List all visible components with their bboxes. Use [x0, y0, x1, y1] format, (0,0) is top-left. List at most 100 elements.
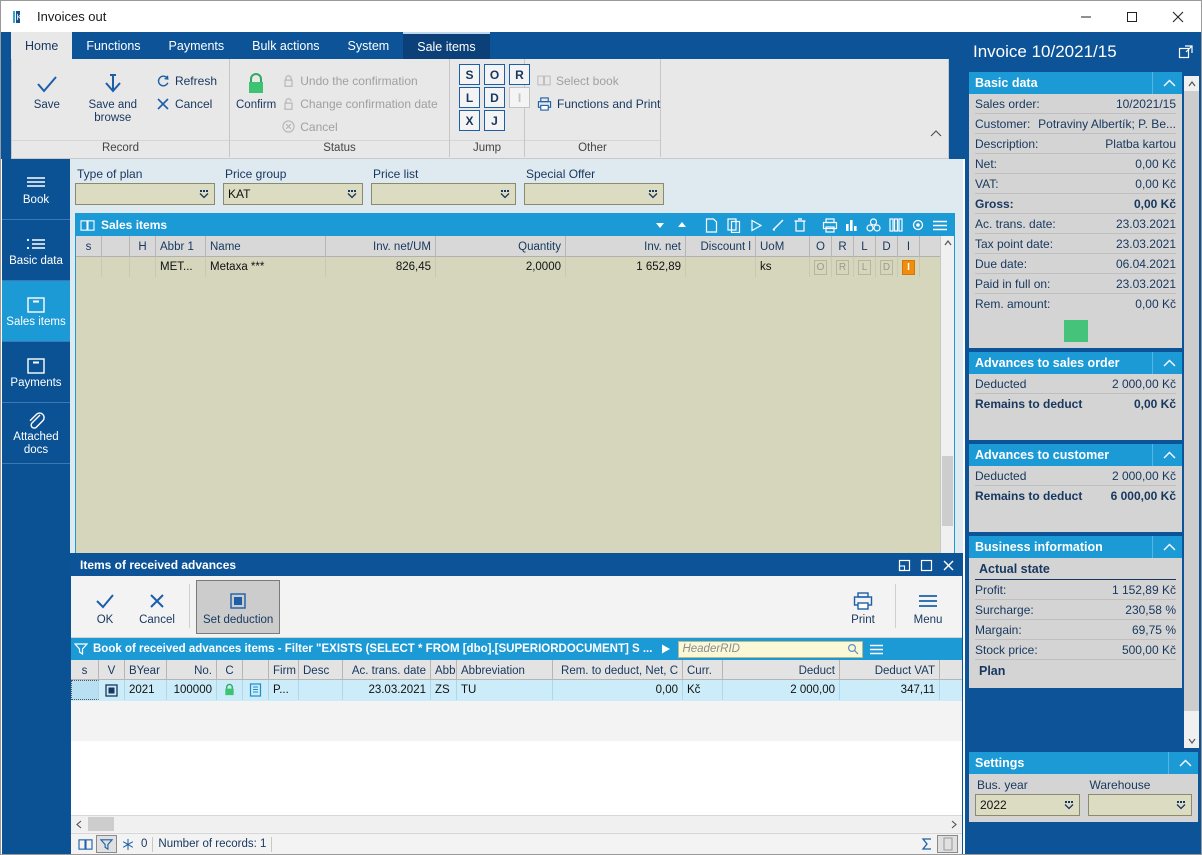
menu-button[interactable]: Menu	[902, 580, 954, 634]
jump-key-x[interactable]: X	[459, 110, 480, 131]
col-abbr1[interactable]: Abbr 1	[156, 236, 206, 257]
special-offer-combo[interactable]	[524, 183, 664, 205]
chevron-down-icon[interactable]	[645, 185, 661, 203]
chevron-down-icon[interactable]	[344, 185, 360, 203]
sidebar-item-attached-docs[interactable]: Attached docs	[2, 403, 70, 464]
chevron-up-icon[interactable]	[1152, 536, 1176, 558]
sort-desc-icon[interactable]	[649, 215, 670, 235]
ok-button[interactable]: OK	[79, 580, 131, 634]
print-button[interactable]: Print	[837, 580, 889, 634]
dcol-curr[interactable]: Curr.	[683, 660, 723, 681]
col-name[interactable]: Name	[206, 236, 326, 257]
sidebar-item-basic-data[interactable]: Basic data	[2, 220, 70, 281]
hscroll-thumb[interactable]	[88, 817, 114, 831]
sidebar-item-book[interactable]: Book	[2, 159, 70, 220]
sidebar-item-payments[interactable]: Payments	[2, 342, 70, 403]
table-row[interactable]: MET... Metaxa *** 826,45 2,0000 1 652,89…	[76, 257, 940, 277]
note-icon[interactable]	[937, 835, 958, 853]
dcol-byear[interactable]: BYear	[125, 660, 167, 681]
scroll-thumb[interactable]	[942, 456, 953, 526]
filter-icon[interactable]	[74, 642, 88, 656]
save-button[interactable]: Save	[18, 63, 76, 127]
scroll-up-icon[interactable]	[941, 236, 954, 250]
save-and-browse-button[interactable]: Save and browse	[76, 63, 150, 127]
col-discount[interactable]: Discount l	[686, 236, 756, 257]
close-button[interactable]	[1155, 1, 1201, 32]
dcol-c[interactable]: C	[217, 660, 243, 681]
dcol-firm[interactable]: Firm	[269, 660, 299, 681]
header-search-input[interactable]: HeaderRID	[678, 640, 864, 658]
dcol-deduct-vat[interactable]: Deduct VAT	[840, 660, 940, 681]
col-l[interactable]: L	[854, 236, 876, 257]
sort-asc-icon[interactable]	[671, 215, 692, 235]
filter-icon[interactable]	[96, 835, 117, 853]
warehouse-combo[interactable]	[1087, 794, 1192, 816]
section-advances-customer-header[interactable]: Advances to customer	[969, 444, 1182, 466]
dcol-icon[interactable]	[243, 660, 269, 681]
section-basic-data-header[interactable]: Basic data	[969, 72, 1182, 94]
menu-icon[interactable]	[869, 643, 884, 656]
col-blank[interactable]	[102, 236, 130, 257]
group-icon[interactable]	[863, 215, 884, 235]
jump-key-o[interactable]: O	[484, 64, 505, 85]
chevron-down-icon[interactable]	[1173, 796, 1189, 814]
type-of-plan-combo[interactable]	[75, 183, 215, 205]
chevron-up-icon[interactable]	[1168, 752, 1192, 774]
col-h[interactable]: H	[130, 236, 156, 257]
close-icon[interactable]	[938, 556, 958, 574]
sum-icon[interactable]	[916, 835, 937, 853]
copy-icon[interactable]	[723, 215, 744, 235]
chevron-up-icon[interactable]	[1152, 352, 1176, 374]
set-deduction-button[interactable]: Set deduction	[196, 580, 281, 634]
chevron-up-icon[interactable]	[1152, 444, 1176, 466]
col-i[interactable]: I	[898, 236, 920, 257]
table-row[interactable]: 2021 100000 P... 23.03.2021 ZS TU 0,00 K…	[71, 680, 962, 701]
book-icon[interactable]	[75, 835, 96, 853]
chevron-up-icon[interactable]	[1152, 72, 1176, 94]
price-list-combo[interactable]	[371, 183, 516, 205]
status-cancel-button[interactable]: Cancel	[276, 115, 443, 138]
chevron-down-icon[interactable]	[1061, 796, 1077, 814]
chart-icon[interactable]	[841, 215, 862, 235]
jump-key-d[interactable]: D	[484, 87, 505, 108]
jump-key-s[interactable]: S	[459, 64, 480, 85]
restore-down-icon[interactable]	[894, 556, 914, 574]
chevron-down-icon[interactable]	[196, 185, 212, 203]
dcol-rem-to-deduct[interactable]: Rem. to deduct, Net, C	[553, 660, 683, 681]
dcol-ac-trans-date[interactable]: Ac. trans. date	[343, 660, 431, 681]
external-link-icon[interactable]	[1178, 44, 1194, 60]
dcol-no[interactable]: No.	[167, 660, 217, 681]
tab-sale-items[interactable]: Sale items	[403, 32, 490, 59]
bus-year-combo[interactable]: 2022	[975, 794, 1080, 816]
dcol-s[interactable]: s	[71, 660, 99, 681]
col-quantity[interactable]: Quantity	[436, 236, 566, 257]
tab-bulk-actions[interactable]: Bulk actions	[238, 32, 333, 59]
confirm-button[interactable]: Confirm	[236, 63, 276, 127]
scroll-right-icon[interactable]	[946, 816, 962, 832]
new-document-icon[interactable]	[701, 215, 722, 235]
right-panel-scrollbar[interactable]	[1184, 76, 1199, 748]
col-d[interactable]: D	[876, 236, 898, 257]
columns-icon[interactable]	[885, 215, 906, 235]
play-icon[interactable]	[660, 643, 672, 655]
col-uom[interactable]: UoM	[756, 236, 810, 257]
cancel-button[interactable]: Cancel	[150, 92, 223, 115]
edit-icon[interactable]	[767, 215, 788, 235]
tab-home[interactable]: Home	[11, 32, 73, 59]
maximize-icon[interactable]	[916, 556, 936, 574]
search-icon[interactable]	[847, 643, 859, 655]
minimize-button[interactable]	[1063, 1, 1109, 32]
jump-key-j[interactable]: J	[484, 110, 505, 131]
print-icon[interactable]	[819, 215, 840, 235]
run-icon[interactable]	[745, 215, 766, 235]
settings-icon[interactable]	[907, 215, 928, 235]
dcol-abb[interactable]: Abb	[431, 660, 457, 681]
scroll-left-icon[interactable]	[71, 816, 87, 832]
select-book-button[interactable]: Select book	[531, 69, 666, 92]
col-r[interactable]: R	[832, 236, 854, 257]
maximize-button[interactable]	[1109, 1, 1155, 32]
price-group-combo[interactable]: KAT	[223, 183, 363, 205]
col-inv-net-um[interactable]: Inv. net/UM	[326, 236, 436, 257]
col-s[interactable]: s	[76, 236, 102, 257]
section-settings-header[interactable]: Settings	[969, 752, 1198, 774]
